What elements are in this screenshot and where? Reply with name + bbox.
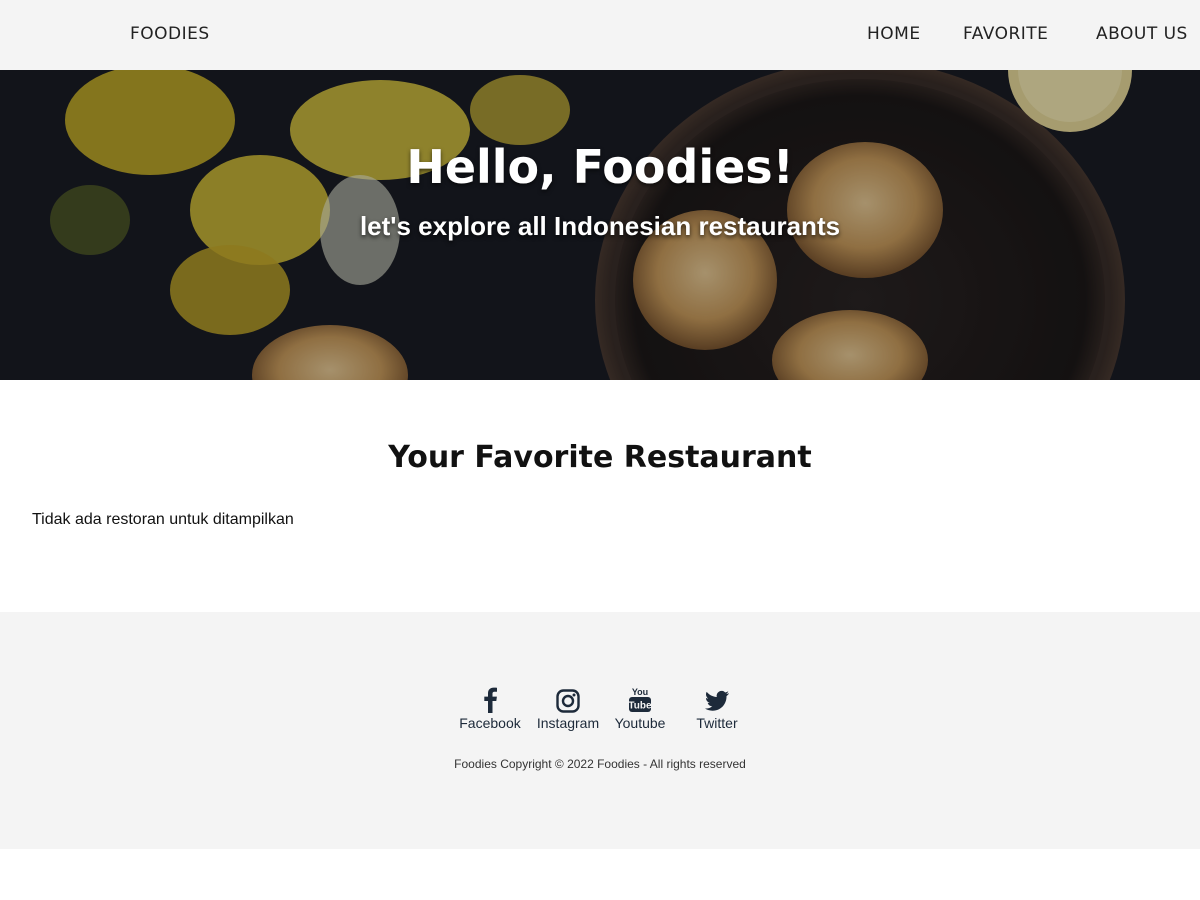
social-link-facebook[interactable]: Facebook [450,686,530,731]
social-label-facebook: Facebook [459,715,521,731]
social-link-youtube[interactable]: You Tube Youtube [600,686,680,731]
nav-link-home[interactable]: HOME [867,24,921,44]
svg-text:You: You [632,687,648,697]
nav-item-favorite: FAVORITE [963,24,1048,44]
social-label-instagram: Instagram [536,715,600,731]
nav-link-about-us[interactable]: ABOUT US [1096,24,1188,44]
twitter-icon [705,690,729,711]
footer: Facebook Instagram You Tube Youtube Twit… [0,612,1200,849]
hero-banner: Hello, Foodies! let's explore all Indone… [0,70,1200,380]
youtube-icon: You Tube [628,687,652,712]
page-title: Your Favorite Restaurant [388,440,812,475]
hero-title: Hello, Foodies! [406,140,794,194]
instagram-icon [556,689,580,713]
empty-state-message: Tidak ada restoran untuk ditampilkan [32,511,294,528]
social-label-twitter: Twitter [696,715,738,731]
brand-link[interactable]: FOODIES [130,24,210,44]
social-link-twitter[interactable]: Twitter [677,686,757,731]
nav-link-favorite[interactable]: FAVORITE [963,24,1048,44]
nav-item-home: HOME [867,24,921,44]
social-label-youtube: Youtube [614,715,666,731]
svg-text:Tube: Tube [628,701,652,712]
top-navbar: FOODIES HOME FAVORITE ABOUT US [0,0,1200,70]
hero-subtitle: let's explore all Indonesian restaurants [359,211,841,241]
social-link-instagram[interactable]: Instagram [528,686,608,731]
nav-menu: HOME FAVORITE ABOUT US [800,24,1200,48]
facebook-icon [484,687,497,713]
copyright-text: Foodies Copyright © 2022 Foodies - All r… [454,757,746,771]
nav-item-about-us: ABOUT US [1096,24,1188,44]
